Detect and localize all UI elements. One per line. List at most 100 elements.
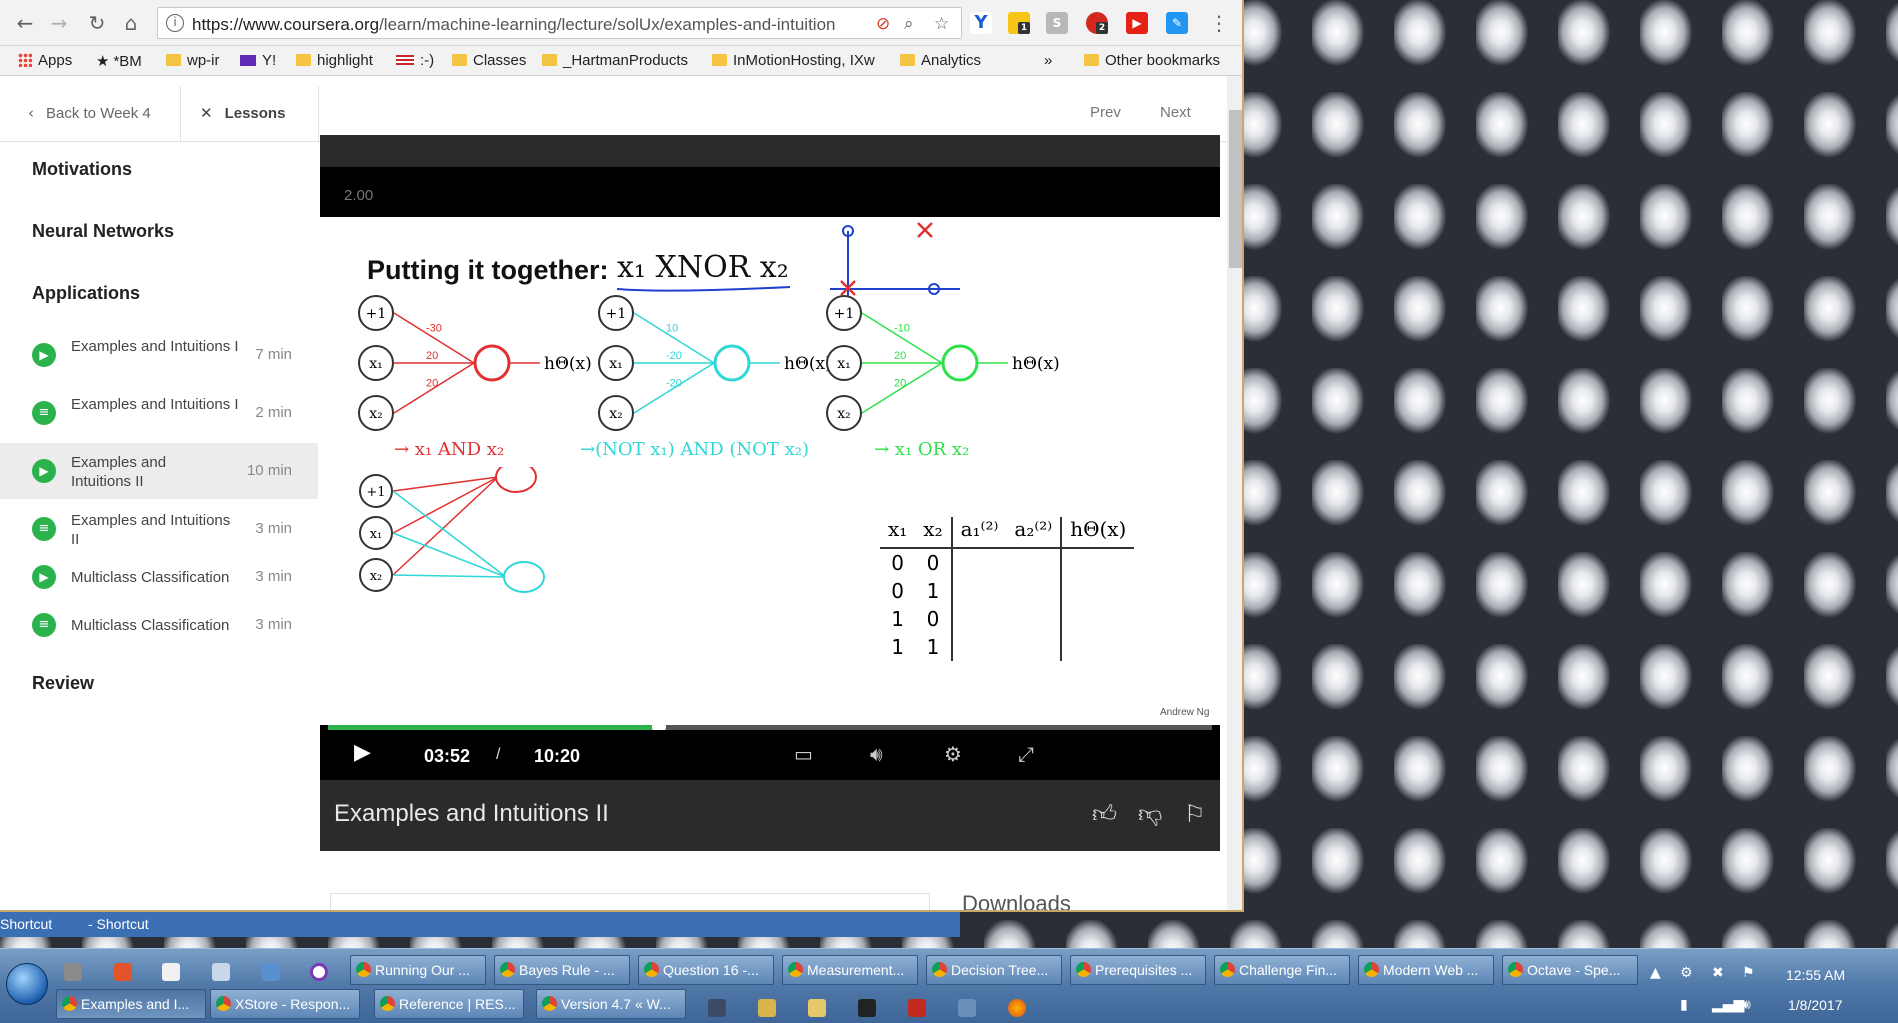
taskbar-window-button[interactable]: Reference | RES... bbox=[374, 989, 524, 1019]
extension-record-icon[interactable]: 2 bbox=[1086, 12, 1108, 34]
bookmark-star-icon[interactable]: ☆ bbox=[934, 14, 949, 34]
flag-icon[interactable]: ⚐ bbox=[1184, 800, 1206, 828]
lesson-item-active[interactable]: ▶ Examples and Intuitions II 10 min bbox=[0, 443, 318, 499]
clock-time[interactable]: 12:55 AM bbox=[1786, 967, 1845, 983]
info-icon[interactable]: i bbox=[166, 14, 184, 32]
back-to-week-link[interactable]: ‹ Back to Week 4 bbox=[28, 104, 151, 122]
next-button[interactable]: Next bbox=[1160, 104, 1191, 121]
start-button[interactable] bbox=[6, 963, 48, 1005]
calculator-icon[interactable] bbox=[162, 963, 180, 981]
home-icon[interactable]: ⌂ bbox=[118, 10, 144, 36]
lesson-item[interactable]: ▶ Examples and Intuitions I 7 min bbox=[0, 327, 318, 383]
reload-icon[interactable]: ↻ bbox=[84, 10, 110, 36]
app-icon[interactable] bbox=[708, 999, 726, 1017]
blocked-popup-icon[interactable]: ⊘ bbox=[876, 14, 890, 34]
app-icon[interactable] bbox=[310, 963, 328, 981]
captions-icon[interactable]: ▭ bbox=[794, 742, 813, 766]
action-center-flag-icon[interactable]: ⚑ bbox=[1742, 965, 1755, 981]
explorer-icon[interactable] bbox=[262, 963, 280, 981]
lesson-sidebar: Motivations Neural Networks Applications… bbox=[0, 143, 318, 910]
lessons-toggle[interactable]: ✕ Lessons bbox=[200, 104, 285, 122]
section-motivations[interactable]: Motivations bbox=[32, 159, 132, 180]
taskbar-window-button[interactable]: Question 16 -... bbox=[638, 955, 774, 985]
table-cell: 1 bbox=[915, 633, 953, 661]
tray-app-icon[interactable]: ⚙ bbox=[1680, 965, 1693, 981]
extension-s-icon[interactable]: S bbox=[1046, 12, 1068, 34]
desktop-shortcut[interactable]: Shortcut bbox=[0, 916, 52, 932]
thumbs-up-icon[interactable]: 👍︎ bbox=[1092, 800, 1117, 829]
folder-icon[interactable] bbox=[808, 999, 826, 1017]
forward-arrow-icon[interactable]: → bbox=[46, 10, 72, 36]
bookmarks-overflow-button[interactable]: » bbox=[1044, 52, 1052, 69]
bookmark-wp-ir[interactable]: wp-ir bbox=[166, 52, 220, 69]
taskbar-window-button[interactable]: Running Our ... bbox=[350, 955, 486, 985]
desktop-shortcut-strip: Shortcut - Shortcut bbox=[0, 912, 960, 937]
taskbar-window-button[interactable]: Measurement... bbox=[782, 955, 918, 985]
taskbar-window-button[interactable]: Version 4.7 « W... bbox=[536, 989, 686, 1019]
network-signal-icon[interactable]: ▂▄▆ bbox=[1712, 997, 1744, 1013]
folder-icon bbox=[900, 54, 915, 66]
bookmark-inmotion[interactable]: InMotionHosting, IXw bbox=[712, 52, 892, 69]
bookmark-apps[interactable]: Apps bbox=[18, 52, 72, 69]
taskbar-window-button[interactable]: XStore - Respon... bbox=[210, 989, 360, 1019]
menu-kebab-icon[interactable]: ⋮ bbox=[1206, 10, 1232, 36]
network-icon[interactable] bbox=[958, 999, 976, 1017]
other-bookmarks[interactable]: Other bookmarks bbox=[1084, 52, 1220, 69]
notepad-icon[interactable] bbox=[212, 963, 230, 981]
tray-xampp-icon[interactable]: ✖ bbox=[1712, 965, 1724, 981]
tray-expand-icon[interactable]: ▲ bbox=[1650, 965, 1661, 981]
bookmark-smiley[interactable]: :-) bbox=[396, 52, 434, 69]
power-icon[interactable]: ▮ bbox=[1680, 997, 1688, 1013]
lesson-item[interactable]: ≡ Examples and Intuitions I 2 min bbox=[0, 385, 318, 441]
sketch-hidden-node bbox=[503, 561, 545, 593]
url-text[interactable]: https://www.coursera.org/learn/machine-l… bbox=[192, 15, 892, 35]
section-review[interactable]: Review bbox=[32, 673, 94, 694]
taskbar-window-button[interactable]: Prerequisites ... bbox=[1070, 955, 1206, 985]
xampp-icon[interactable] bbox=[858, 999, 876, 1017]
playback-speed[interactable]: 2.00 bbox=[344, 187, 373, 204]
back-arrow-icon[interactable]: ← bbox=[12, 10, 38, 36]
clock-date[interactable]: 1/8/2017 bbox=[1788, 997, 1843, 1013]
quicklaunch-icon[interactable] bbox=[64, 963, 82, 981]
lesson-title: Examples and Intuitions I bbox=[71, 396, 239, 413]
taskbar-window-button[interactable]: Octave - Spe... bbox=[1502, 955, 1638, 985]
bookmark-classes[interactable]: Classes bbox=[452, 52, 526, 69]
video-title-bar: Examples and Intuitions II 👍︎ 👎︎ ⚐ bbox=[320, 780, 1220, 851]
settings-gear-icon[interactable]: ⚙ bbox=[944, 742, 962, 766]
taskbar-window-button[interactable]: Challenge Fin... bbox=[1214, 955, 1350, 985]
address-bar[interactable]: i https://www.coursera.org/learn/machine… bbox=[157, 7, 962, 39]
volume-icon[interactable]: 🔊︎ bbox=[1742, 997, 1751, 1013]
filezilla-icon[interactable] bbox=[908, 999, 926, 1017]
lesson-title: Multiclass Classification bbox=[71, 617, 230, 634]
bookmark-highlight[interactable]: highlight bbox=[296, 52, 373, 69]
page-scrollbar-thumb[interactable] bbox=[1229, 110, 1242, 268]
lesson-item[interactable]: ≡ Multiclass Classification 3 min bbox=[0, 597, 318, 653]
volume-icon[interactable]: 🔊︎ bbox=[870, 742, 883, 766]
zoom-icon[interactable]: ⌕ bbox=[904, 14, 914, 34]
bookmark-analytics[interactable]: Analytics bbox=[900, 52, 981, 69]
thumbs-down-icon[interactable]: 👎︎ bbox=[1138, 800, 1162, 829]
xampp-icon[interactable] bbox=[114, 963, 132, 981]
extension-y-icon[interactable]: Y bbox=[970, 12, 992, 34]
total-time: 10:20 bbox=[534, 746, 581, 766]
desktop-shortcut[interactable]: - Shortcut bbox=[88, 916, 149, 932]
extension-notes-icon[interactable]: 1 bbox=[1008, 12, 1030, 34]
prev-button[interactable]: Prev bbox=[1090, 104, 1121, 121]
taskbar-window-button[interactable]: Decision Tree... bbox=[926, 955, 1062, 985]
taskbar-window-button[interactable]: Bayes Rule - ... bbox=[494, 955, 630, 985]
bookmark-hartman[interactable]: _HartmanProducts bbox=[542, 52, 688, 69]
video-player[interactable]: 2.00 Putting it together: x₁ XNOR x₂ +1 … bbox=[320, 135, 1220, 851]
header-divider bbox=[180, 86, 181, 142]
fullscreen-icon[interactable]: ⤢ bbox=[1018, 742, 1034, 766]
play-icon[interactable]: ▶ bbox=[354, 740, 371, 765]
firefox-icon[interactable] bbox=[1008, 999, 1026, 1017]
taskbar-window-button[interactable]: Examples and I... bbox=[56, 989, 206, 1019]
taskbar-window-button[interactable]: Modern Web ... bbox=[1358, 955, 1494, 985]
section-applications[interactable]: Applications bbox=[32, 283, 140, 304]
app-icon[interactable] bbox=[758, 999, 776, 1017]
section-neural-networks[interactable]: Neural Networks bbox=[32, 221, 174, 242]
bookmark-bm[interactable]: ★ *BM bbox=[96, 52, 142, 70]
bookmark-yahoo[interactable]: Y! bbox=[240, 52, 276, 69]
extension-edit-icon[interactable]: ✎ bbox=[1166, 12, 1188, 34]
extension-youtube-icon[interactable]: ▶ bbox=[1126, 12, 1148, 34]
